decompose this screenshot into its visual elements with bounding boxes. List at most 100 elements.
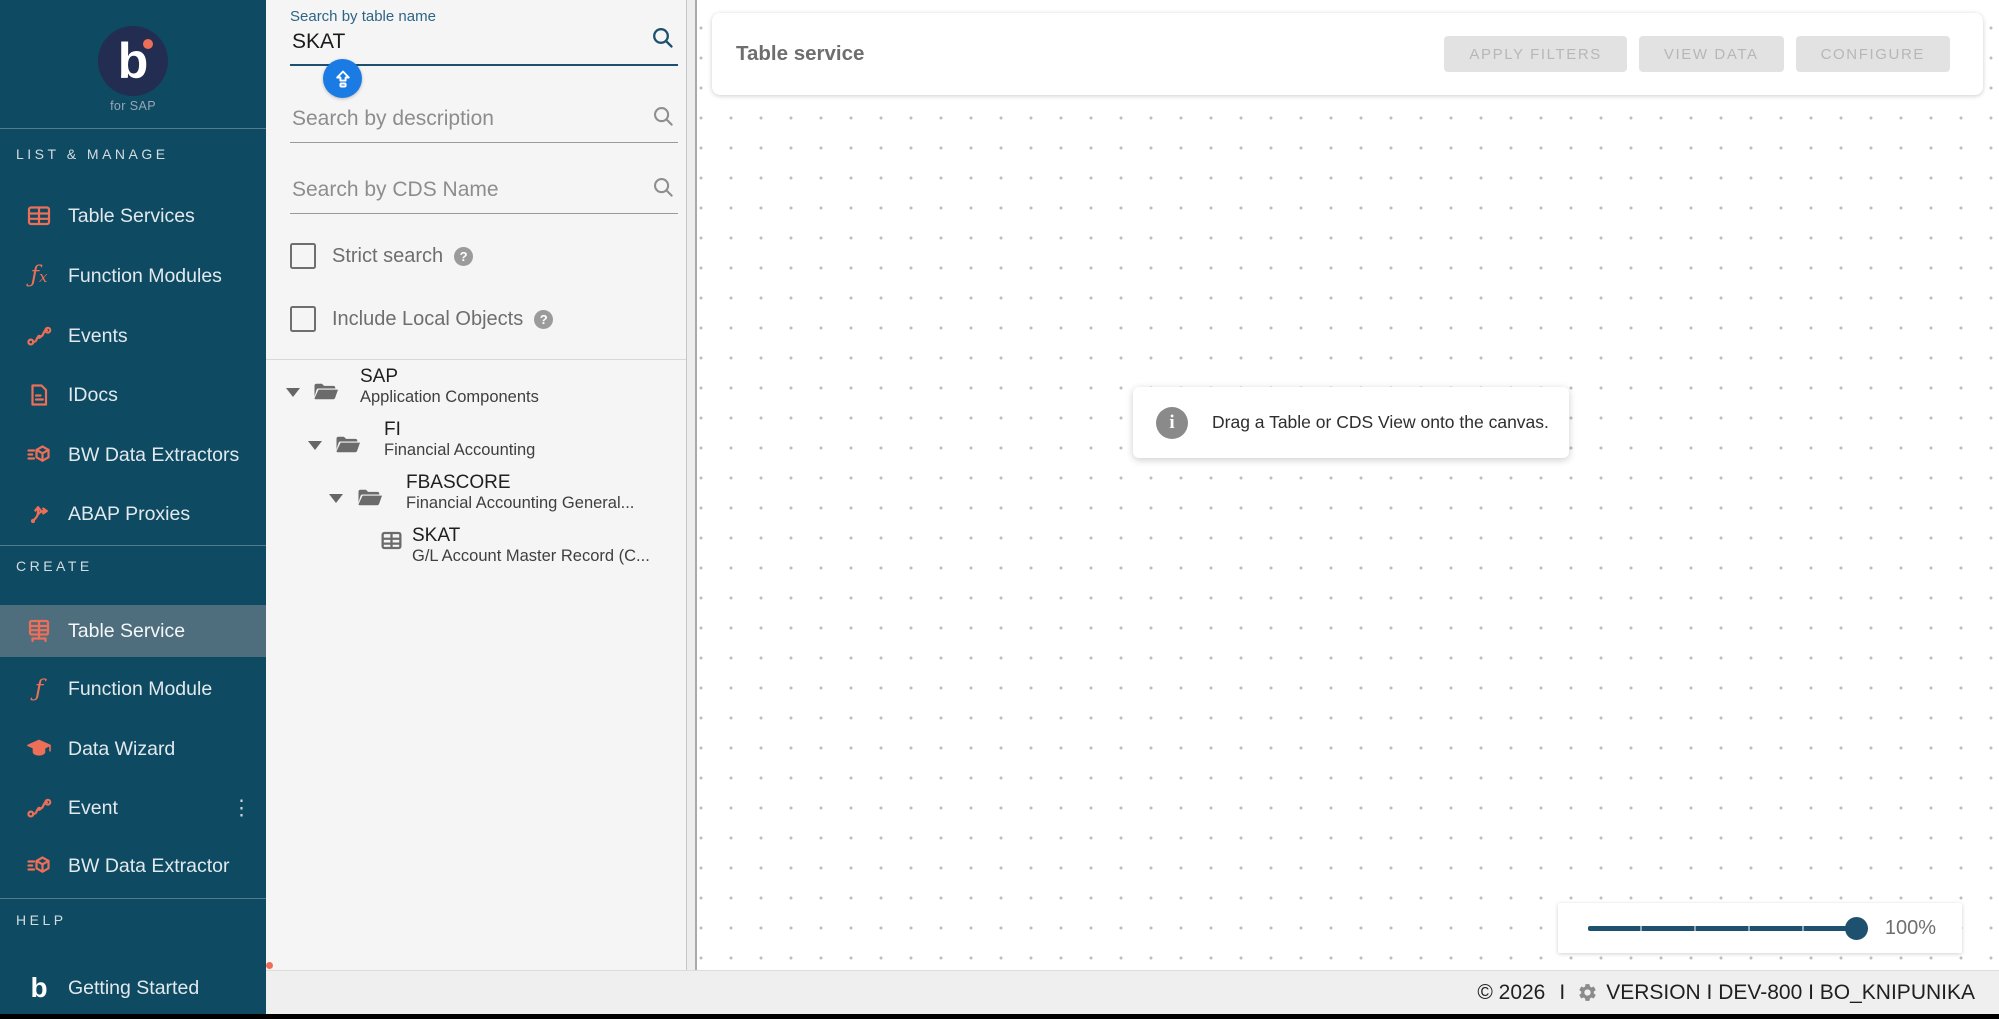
branch-arrows-icon xyxy=(24,501,54,527)
zoom-control: 100% xyxy=(1558,903,1962,953)
sidebar-item-events[interactable]: Events xyxy=(0,311,266,361)
app-window: b for SAP LIST & MANAGE Table Services ƒ… xyxy=(0,0,1999,1019)
sidebar-divider xyxy=(0,128,266,129)
sidebar-item-label: Event xyxy=(68,797,118,820)
fx-icon: ƒx xyxy=(24,263,54,289)
search-icon[interactable] xyxy=(650,25,676,56)
sidebar-item-label: Getting Started xyxy=(68,977,199,1000)
strict-search-checkbox[interactable] xyxy=(290,243,316,269)
chevron-down-icon[interactable] xyxy=(308,441,322,450)
sidebar-item-bw-data-extractors[interactable]: BW Data Extractors xyxy=(0,430,266,480)
description-field xyxy=(290,100,678,143)
brand-tagline: for SAP xyxy=(0,99,266,113)
description-input[interactable] xyxy=(290,106,634,132)
route-icon xyxy=(24,795,54,821)
sidebar-item-abap-proxies[interactable]: ABAP Proxies xyxy=(0,489,266,539)
canvas[interactable]: Table service APPLY FILTERS VIEW DATA CO… xyxy=(697,0,1999,970)
sidebar-item-label: Table Service xyxy=(68,620,185,643)
sidebar-section-help: HELP xyxy=(16,912,67,928)
gear-icon[interactable] xyxy=(1577,982,1598,1003)
tree-node-title: FI xyxy=(384,419,535,440)
sidebar-divider xyxy=(0,898,266,899)
sidebar-item-data-wizard[interactable]: Data Wizard xyxy=(0,724,266,774)
chevron-down-icon[interactable] xyxy=(329,494,343,503)
sidebar-divider xyxy=(0,545,266,546)
sidebar-item-label: Events xyxy=(68,325,128,348)
canvas-hint: i Drag a Table or CDS View onto the canv… xyxy=(1133,387,1569,458)
sidebar-item-getting-started[interactable]: b Getting Started xyxy=(0,963,266,1013)
tree-node-title: FBASCORE xyxy=(406,472,634,493)
version-text: VERSION I DEV-800 I BO_KNIPUNIKA xyxy=(1606,981,1975,1005)
sidebar-item-idocs[interactable]: IDocs xyxy=(0,370,266,420)
tree-node-sap[interactable]: SAP Application Components xyxy=(360,366,539,407)
configure-button[interactable]: CONFIGURE xyxy=(1796,36,1950,72)
zoom-slider-track[interactable] xyxy=(1588,926,1857,931)
table-grid-icon xyxy=(24,203,54,229)
copyright-text: © 2026 xyxy=(1477,981,1545,1005)
search-icon[interactable] xyxy=(651,175,676,205)
zoom-slider-thumb[interactable] xyxy=(1845,917,1868,940)
sidebar-item-table-services[interactable]: Table Services xyxy=(0,191,266,241)
tree-node-subtitle: Financial Accounting xyxy=(384,440,535,460)
kebab-menu-icon[interactable]: ⋮ xyxy=(231,805,252,812)
apply-filters-button[interactable]: APPLY FILTERS xyxy=(1444,36,1627,72)
sidebar-item-label: Table Services xyxy=(68,205,195,228)
include-local-objects-checkbox[interactable] xyxy=(290,306,316,332)
sidebar-item-label: Data Wizard xyxy=(68,738,175,761)
publish-up-icon[interactable] xyxy=(323,59,362,98)
sidebar-item-bw-data-extractor[interactable]: BW Data Extractor xyxy=(0,841,266,891)
tree-node-skat[interactable]: SKAT G/L Account Master Record (C... xyxy=(412,525,650,566)
folder-open-icon xyxy=(334,432,362,461)
cds-name-input[interactable] xyxy=(290,177,634,203)
tree-node-fi[interactable]: FI Financial Accounting xyxy=(384,419,535,460)
sidebar-item-function-module[interactable]: ƒ Function Module xyxy=(0,664,266,714)
sidebar-item-function-modules[interactable]: ƒx Function Modules xyxy=(0,251,266,301)
folder-open-icon xyxy=(312,379,340,408)
sidebar-item-label: ABAP Proxies xyxy=(68,503,190,526)
zoom-percentage: 100% xyxy=(1885,917,1936,940)
sidebar-item-label: BW Data Extractors xyxy=(68,444,239,467)
chevron-down-icon[interactable] xyxy=(286,388,300,397)
brand-logo-dot xyxy=(143,39,153,49)
table-grid-icon xyxy=(380,529,403,557)
canvas-header-buttons: APPLY FILTERS VIEW DATA CONFIGURE xyxy=(1444,36,1950,72)
table-name-label: Search by table name xyxy=(290,8,678,25)
help-icon[interactable]: ? xyxy=(454,247,473,266)
sidebar-item-label: BW Data Extractor xyxy=(68,855,229,878)
graduation-cap-icon xyxy=(24,736,54,762)
search-icon[interactable] xyxy=(651,104,676,134)
cube-extract-icon xyxy=(24,853,54,879)
folder-open-icon xyxy=(356,485,384,514)
panel-scrollbar[interactable] xyxy=(686,0,697,970)
sidebar-item-event[interactable]: Event ⋮ xyxy=(0,783,266,833)
canvas-title: Table service xyxy=(736,42,864,66)
footer-bar: © 2026 I VERSION I DEV-800 I BO_KNIPUNIK… xyxy=(266,970,1999,1014)
table-name-input[interactable] xyxy=(290,29,634,55)
help-icon[interactable]: ? xyxy=(534,310,553,329)
bottom-edge-strip xyxy=(0,1014,1999,1019)
tree-node-subtitle: Financial Accounting General... xyxy=(406,493,634,513)
brand-logo-letter: b xyxy=(98,28,168,94)
cube-extract-icon xyxy=(24,442,54,468)
sidebar-item-label: Function Modules xyxy=(68,265,222,288)
search-tree-panel: Search by table name Strict search ? xyxy=(266,0,697,970)
tree-node-title: SAP xyxy=(360,366,539,387)
sidebar: b for SAP LIST & MANAGE Table Services ƒ… xyxy=(0,0,266,1019)
tree-node-subtitle: G/L Account Master Record (C... xyxy=(412,546,650,566)
footer-separator: I xyxy=(1559,981,1565,1005)
include-local-objects-row: Include Local Objects ? xyxy=(290,306,553,332)
sidebar-item-label: Function Module xyxy=(68,678,212,701)
document-icon xyxy=(24,382,54,408)
brand-logo: b xyxy=(98,26,168,96)
panel-divider xyxy=(266,359,689,360)
sidebar-item-table-service-selected[interactable]: Table Service xyxy=(0,605,266,657)
sidebar-section-list-manage: LIST & MANAGE xyxy=(16,146,169,162)
f-icon: ƒ xyxy=(24,677,54,701)
table-network-icon xyxy=(24,618,54,644)
strict-search-row: Strict search ? xyxy=(290,243,473,269)
strict-search-label: Strict search xyxy=(332,245,443,268)
cds-name-field xyxy=(290,171,678,214)
tree-node-subtitle: Application Components xyxy=(360,387,539,407)
view-data-button[interactable]: VIEW DATA xyxy=(1639,36,1784,72)
tree-node-fbascore[interactable]: FBASCORE Financial Accounting General... xyxy=(406,472,634,513)
